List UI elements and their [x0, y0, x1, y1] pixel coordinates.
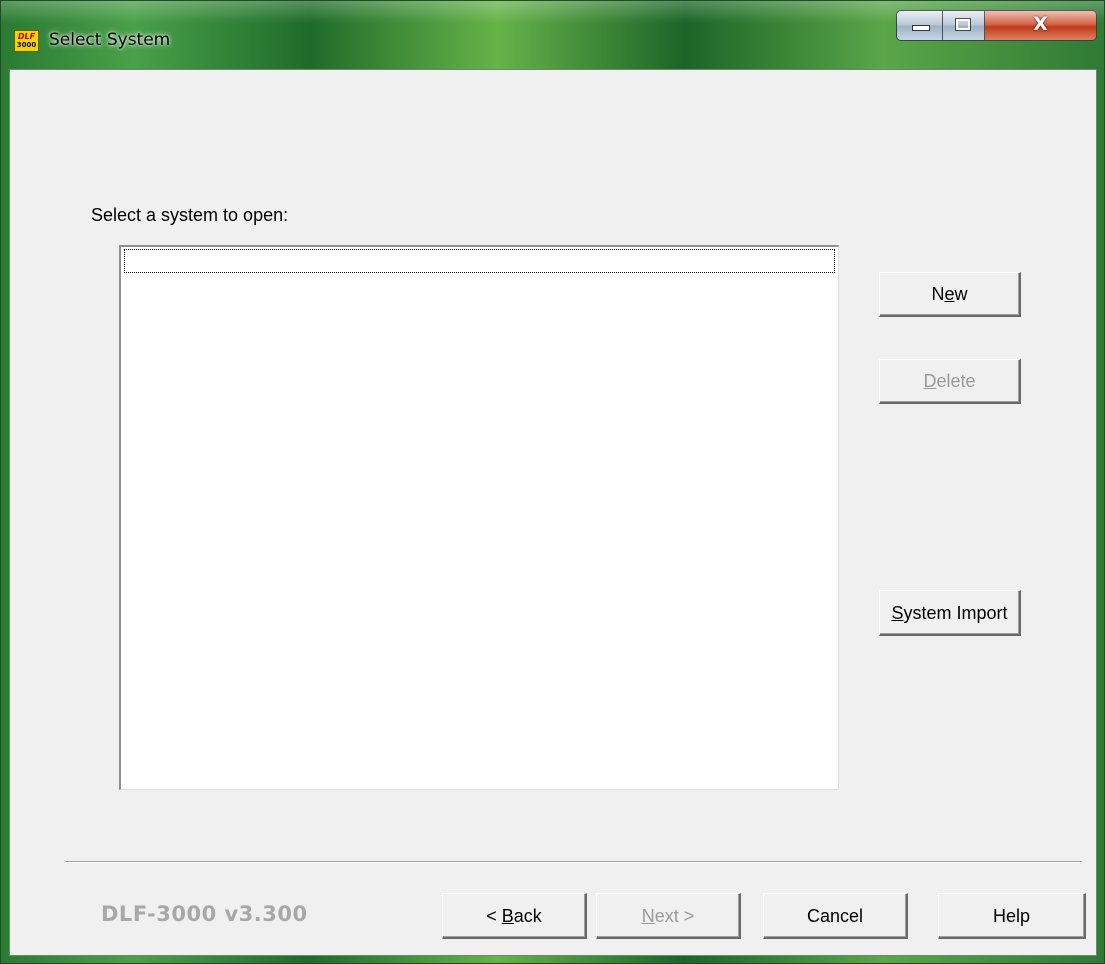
- maximize-icon: [955, 18, 971, 31]
- cancel-button[interactable]: Cancel: [763, 893, 908, 939]
- select-system-prompt: Select a system to open:: [91, 205, 289, 225]
- delete-button[interactable]: Delete: [879, 359, 1021, 404]
- caption-buttons: X: [896, 10, 1097, 41]
- footer-divider: [65, 861, 1082, 863]
- next-button[interactable]: Next >: [596, 893, 741, 939]
- version-label: DLF-3000 v3.300: [101, 902, 308, 926]
- help-button[interactable]: Help: [938, 893, 1086, 939]
- new-button-label-mnemonic: e: [944, 284, 955, 304]
- app-icon-bottom-text: 3000: [16, 41, 37, 49]
- system-import-label-post: ystem Import: [903, 603, 1008, 623]
- back-button-label-pre: <: [486, 906, 502, 926]
- minimize-icon: [912, 25, 930, 31]
- window-title: Select System: [49, 30, 171, 50]
- systems-listbox[interactable]: [119, 245, 839, 790]
- listbox-focus-row[interactable]: [124, 249, 835, 273]
- title-bar[interactable]: DLF 3000 Select System X: [1, 1, 1104, 69]
- delete-button-label-mnemonic: D: [923, 371, 937, 391]
- back-button-label-mnemonic: B: [501, 906, 514, 926]
- dlf-app-icon[interactable]: DLF 3000: [14, 30, 39, 52]
- minimize-button[interactable]: [897, 11, 943, 40]
- select-system-window: DLF 3000 Select System X Select a system…: [0, 0, 1105, 964]
- close-icon: X: [1033, 13, 1048, 35]
- next-button-label-mnemonic: N: [641, 906, 655, 926]
- new-button-label-pre: N: [931, 284, 945, 304]
- close-button[interactable]: X: [985, 11, 1096, 40]
- system-import-label-mnemonic: S: [891, 603, 904, 623]
- new-button-label-post: w: [954, 284, 968, 304]
- next-button-label-post: ext >: [654, 906, 695, 926]
- app-icon-top-text: DLF: [17, 32, 36, 41]
- new-button[interactable]: New: [879, 272, 1021, 317]
- dialog-client-area: Select a system to open: New Delete Syst…: [9, 69, 1097, 956]
- delete-button-label-post: elete: [936, 371, 976, 391]
- back-button[interactable]: < Back: [442, 893, 587, 939]
- maximize-button[interactable]: [943, 11, 985, 40]
- back-button-label-post: ack: [513, 906, 542, 926]
- system-import-button[interactable]: System Import: [879, 590, 1021, 636]
